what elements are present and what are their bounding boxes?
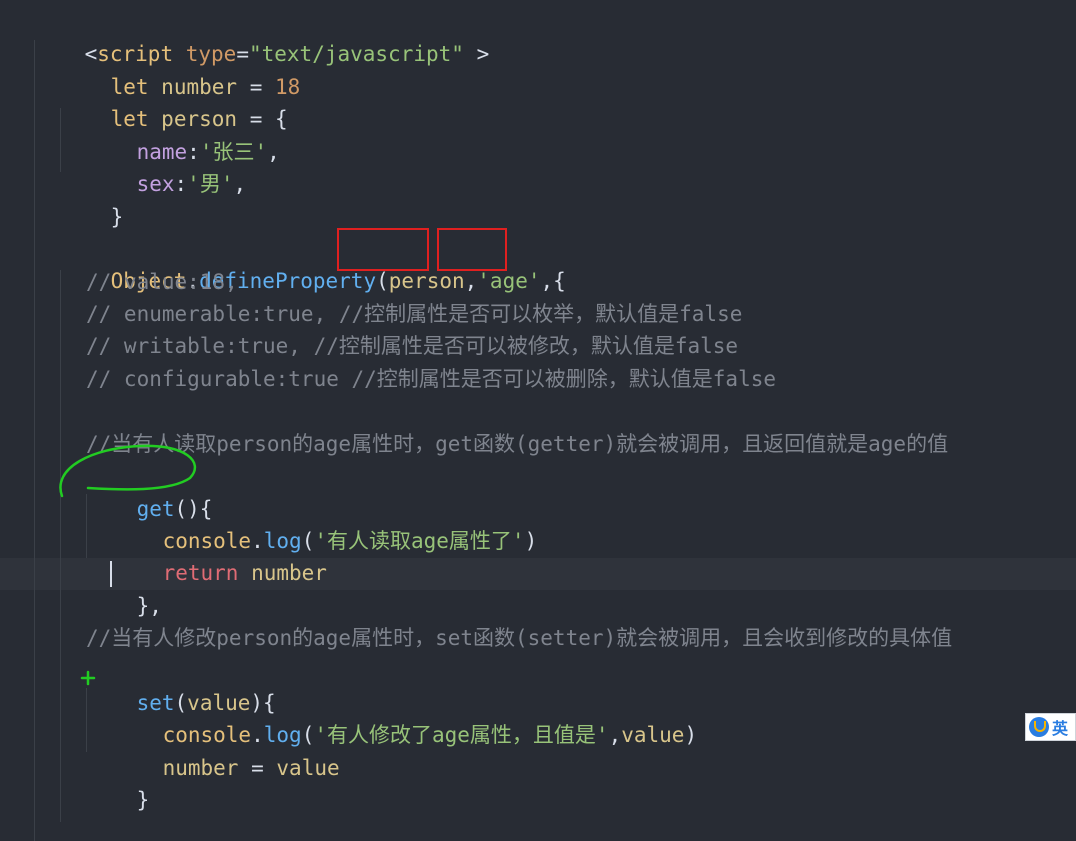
token-comma: , — [267, 140, 280, 164]
code-line-assign: number = value — [112, 720, 340, 780]
token-arg: value — [621, 723, 685, 747]
token-string: '有人读取age属性了' — [314, 529, 525, 553]
highlight-box-age — [437, 228, 507, 271]
token-arg-person: person — [388, 269, 465, 293]
text-cursor — [110, 561, 112, 587]
token-brace: }, — [136, 594, 162, 618]
token-comma: , — [464, 269, 478, 293]
code-line-comment-setter: //当有人修改person的age属性时，set函数(setter)就会被调用，… — [86, 626, 953, 650]
code-line-set: set(value){ — [86, 655, 276, 715]
token-paren: ) — [524, 529, 538, 553]
code-line-script-open: <script type="text/javascript" > — [34, 6, 490, 66]
indent-guide — [34, 40, 35, 841]
token-brace: } — [110, 205, 124, 229]
code-line-console-log-get: console.log('有人读取age属性了') — [112, 493, 538, 553]
ime-logo-icon — [1029, 717, 1049, 737]
token-value: value — [276, 756, 340, 780]
code-line-let-number: let number = 18 — [60, 39, 301, 99]
token-comma: , — [540, 269, 554, 293]
code-line-console-log-set: console.log('有人修改了age属性，且值是',value) — [112, 687, 698, 747]
code-line-name: name:'张三', — [86, 104, 280, 164]
code-line-let-person: let person = { — [60, 71, 288, 131]
code-line-sex: sex:'男', — [86, 136, 247, 196]
token-comma: , — [608, 723, 622, 747]
ime-indicator[interactable]: 英 — [1025, 713, 1076, 741]
token-arg-age: 'age' — [477, 269, 541, 293]
token-operator: = — [251, 756, 264, 780]
token-string: '有人修改了age属性，且值是' — [314, 723, 609, 747]
token-property: sex — [136, 172, 175, 196]
code-editor[interactable]: <script type="text/javascript" > let num… — [0, 0, 1076, 841]
code-line-close-set: } — [86, 752, 150, 812]
code-line-get: get(){ — [86, 461, 213, 521]
ime-language-label: 英 — [1052, 719, 1069, 738]
code-line-return: return number — [112, 525, 327, 585]
token-brace: { — [553, 269, 566, 293]
token-variable: number — [251, 561, 327, 585]
code-line-close-person: } — [60, 169, 124, 229]
code-line-close-get: }, — [86, 558, 162, 618]
token-variable: number — [162, 756, 239, 780]
token-comma: , — [233, 172, 247, 196]
token-brace: } — [136, 788, 150, 812]
code-line-comment-writable: // writable:true, //控制属性是否可以被修改，默认值是fals… — [86, 334, 739, 358]
token-paren: ) — [684, 723, 698, 747]
token-keyword: return — [162, 561, 239, 585]
token-gt: > — [463, 42, 490, 66]
token-colon: : — [174, 172, 188, 196]
code-line-comment-enumerable: // enumerable:true, //控制属性是否可以枚举，默认值是fal… — [86, 302, 743, 326]
token-paren: ( — [376, 269, 389, 293]
token-string: '男' — [187, 172, 234, 196]
code-line-comment-configurable: // configurable:true //控制属性是否可以被删除，默认值是f… — [86, 367, 777, 391]
highlight-box-person — [337, 228, 429, 271]
code-line-close-define: }) — [60, 814, 136, 841]
code-line-comment-getter: //当有人读取person的age属性时，get函数(getter)就会被调用，… — [86, 432, 949, 456]
indent-guide — [60, 270, 61, 822]
code-line-comment-value: // value:18, — [86, 270, 238, 294]
